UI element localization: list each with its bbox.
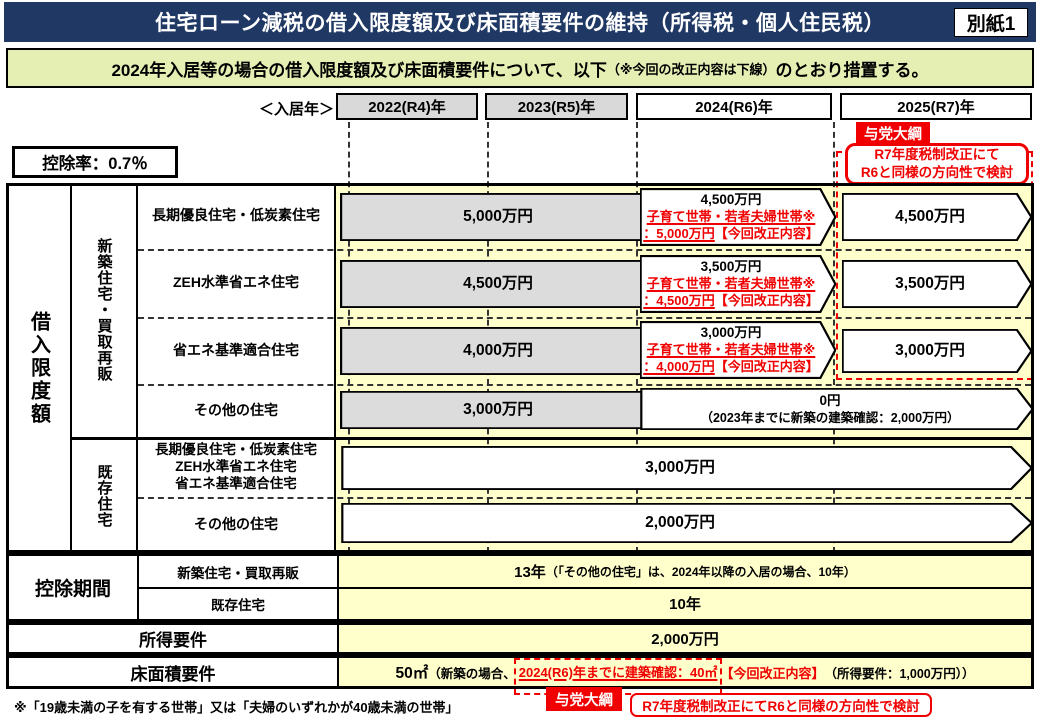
arrow-r6: 2,000万円	[340, 503, 1034, 543]
r7-review-note-bottom: R7年度税制改正にてR6と同様の方向性で検討	[630, 693, 932, 717]
title-bar: 住宅ローン減税の借入限度額及び床面積要件の維持（所得税・個人住民税） 別紙1	[4, 2, 1036, 42]
ruling-party-badge-bottom: 与党大綱	[546, 687, 622, 711]
row-label-r5-line3: 省エネ基準適合住宅	[175, 475, 297, 491]
floor-area-post: （所得要件：1,000万円））	[824, 666, 975, 681]
appendix-badge: 別紙1	[954, 8, 1028, 37]
document-page: 住宅ローン減税の借入限度額及び床面積要件の維持（所得税・個人住民税） 別紙1 2…	[0, 0, 1040, 720]
arrow-r3-2022-23: 4,000万円	[340, 327, 670, 375]
deduction-period-band: 控除期間 新築住宅・買取再販 13年 （「その他の住宅」は、2024年以降の入居…	[6, 553, 1034, 622]
floor-area-red-tag: 【今回改正内容】	[720, 665, 825, 681]
arrow-r1-2022-23: 5,000万円	[340, 193, 670, 241]
year-2022-header: 2022(R4)年	[336, 93, 478, 120]
arrow-r5: 3,000万円	[340, 446, 1034, 490]
r7-review-note-top: R7年度税制改正にて R6と同様の方向性で検討	[845, 143, 1029, 185]
value-r1-2024-tag: 【今回改正内容】	[714, 225, 819, 241]
value-r3-2024-base: 3,000万円	[700, 325, 762, 341]
year-2025-header: 2025(R7)年	[840, 93, 1032, 120]
value-r4-2024-25-line2: （2023年までに新築の建築確認：2,000万円）	[700, 410, 960, 425]
value-r2-2024-base: 3,500万円	[700, 259, 762, 275]
floor-area-pre: （新築の場合、	[428, 666, 516, 681]
row-label-r5-line2: ZEH水準省エネ住宅	[175, 459, 297, 475]
value-r6: 2,000万円	[645, 513, 715, 531]
floor-area-band: 床面積要件 50㎡ （新築の場合、 2024(R6)年までに建築確認：40㎡ 【…	[6, 655, 1034, 695]
deduction-rate-box: 控除率：0.7％	[12, 146, 178, 178]
value-r2-2024-tag: 【今回改正内容】	[714, 292, 819, 308]
value-r1-2024-amount: ：5,000万円	[643, 225, 715, 241]
deduction-period-row1-main: 13年	[514, 564, 546, 581]
value-r1-2024-base: 4,500万円	[700, 192, 762, 208]
value-r1-2025: 4,500万円	[895, 207, 965, 225]
income-requirement-value: 2,000万円	[651, 631, 719, 648]
year-2023-header: 2023(R5)年	[485, 93, 628, 120]
floor-area-label: 床面積要件	[130, 664, 216, 684]
existing-housing-group-label: 既存住宅	[95, 463, 113, 528]
row-label-r5: 長期優良住宅・低炭素住宅 ZEH水準省エネ住宅 省エネ基準適合住宅	[138, 438, 334, 497]
row-label-r4: その他の住宅	[194, 401, 278, 418]
deduction-period-label: 控除期間	[34, 579, 111, 600]
value-r4-2024-25-line1: 0円	[819, 393, 841, 409]
year-2024-header: 2024(R6)年	[636, 93, 832, 120]
floor-area-value: 50㎡ （新築の場合、 2024(R6)年までに建築確認：40㎡ 【今回改正内容…	[339, 658, 1031, 695]
income-requirement-label: 所得要件	[139, 631, 207, 650]
subtitle-paren: （※今回の改正内容は下線）	[606, 61, 776, 77]
subtitle-pre: 2024年入居等の場合の借入限度額及び床面積要件について、以下	[111, 60, 607, 80]
value-r3-2024-amount: ：4,000万円	[643, 358, 715, 374]
value-r3-2022-23: 4,000万円	[463, 341, 533, 359]
value-r1-2024-household: 子育て世帯・若者夫婦世帯※	[646, 208, 816, 224]
value-r5: 3,000万円	[645, 458, 715, 476]
ruling-party-badge-top: 与党大綱	[856, 122, 930, 144]
r7-review-note-text: R7年度税制改正にて R6と同様の方向性で検討	[861, 146, 1013, 182]
value-r1-2024-revised: ：5,000万円【今回改正内容】	[643, 226, 819, 243]
value-r2-2025: 3,500万円	[895, 274, 965, 292]
deduction-period-row1-label: 新築住宅・買取再販	[177, 565, 299, 581]
row-label-r6: その他の住宅	[194, 516, 278, 533]
value-r2-2022-23: 4,500万円	[463, 274, 533, 292]
value-r2-2024-household: 子育て世帯・若者夫婦世帯※	[646, 275, 816, 291]
arrow-r1-2025: 4,500万円	[842, 193, 1032, 241]
r7-note-line1: R7年度税制改正にて	[874, 146, 1000, 162]
arrow-r4-2024-25: 0円 （2023年までに新築の建築確認：2,000万円）	[640, 388, 1034, 430]
deduction-period-row2-value: 10年	[669, 596, 701, 613]
value-r2-2024-revised: ：4,500万円【今回改正内容】	[643, 293, 819, 310]
deduction-period-row1-note: （「その他の住宅」は、2024年以降の入居の場合、10年）	[545, 565, 856, 579]
row-label-r1: 長期優良住宅・低炭素住宅	[152, 207, 320, 224]
subtitle-banner: 2024年入居等の場合の借入限度額及び床面積要件について、以下 （※今回の改正内…	[6, 48, 1034, 88]
floor-area-main: 50㎡	[395, 665, 429, 682]
arrow-r3-2024: 3,000万円 子育て世帯・若者夫婦世帯※ ：4,000万円【今回改正内容】	[640, 321, 836, 379]
value-r4-2022-23: 3,000万円	[463, 400, 533, 418]
deduction-period-row1-value: 13年 （「その他の住宅」は、2024年以降の入居の場合、10年）	[339, 556, 1031, 587]
arrow-r1-2024: 4,500万円 子育て世帯・若者夫婦世帯※ ：5,000万円【今回改正内容】	[640, 188, 836, 246]
grid-line	[334, 183, 336, 553]
move-in-year-label: ＜入居年＞	[258, 101, 334, 118]
new-housing-group-label: 新築住宅・買取再販	[95, 238, 113, 382]
arrow-r3-2025: 3,000万円	[842, 329, 1032, 373]
footnote: ※「19歳未満の子を有する世帯」又は「夫婦のいずれかが40歳未満の世帯」	[14, 700, 459, 715]
subtitle-post: のとおり措置する。	[775, 60, 929, 80]
page-title: 住宅ローン減税の借入限度額及び床面積要件の維持（所得税・個人住民税）	[155, 12, 885, 35]
value-r3-2025: 3,000万円	[895, 341, 965, 359]
value-r2-2024-amount: ：4,500万円	[643, 292, 715, 308]
value-r3-2024-household: 子育て世帯・若者夫婦世帯※	[646, 341, 816, 357]
arrow-r4-2022-23: 3,000万円	[340, 391, 670, 429]
income-requirement-band: 所得要件 2,000万円	[6, 622, 1034, 655]
value-r1-2022-23: 5,000万円	[463, 207, 533, 225]
row-label-r2: ZEH水準省エネ住宅	[173, 274, 299, 291]
value-r3-2024-revised: ：4,000万円【今回改正内容】	[643, 359, 819, 376]
row-label-r5-line1: 長期優良住宅・低炭素住宅	[155, 442, 317, 458]
deduction-period-row2-label: 既存住宅	[211, 597, 265, 613]
r7-note-line2: R6と同様の方向性で検討	[860, 165, 1014, 180]
arrow-r2-2025: 3,500万円	[842, 260, 1032, 308]
value-r3-2024-tag: 【今回改正内容】	[714, 358, 819, 374]
loan-limit-axis-label: 借入限度額	[27, 310, 50, 426]
arrow-r2-2022-23: 4,500万円	[340, 260, 670, 308]
floor-area-red-text: 2024(R6)年までに建築確認：40㎡	[518, 665, 718, 680]
arrow-r2-2024: 3,500万円 子育て世帯・若者夫婦世帯※ ：4,500万円【今回改正内容】	[640, 255, 836, 313]
floor-area-red-box: 2024(R6)年までに建築確認：40㎡	[513, 658, 723, 695]
row-label-r3: 省エネ基準適合住宅	[173, 341, 299, 358]
